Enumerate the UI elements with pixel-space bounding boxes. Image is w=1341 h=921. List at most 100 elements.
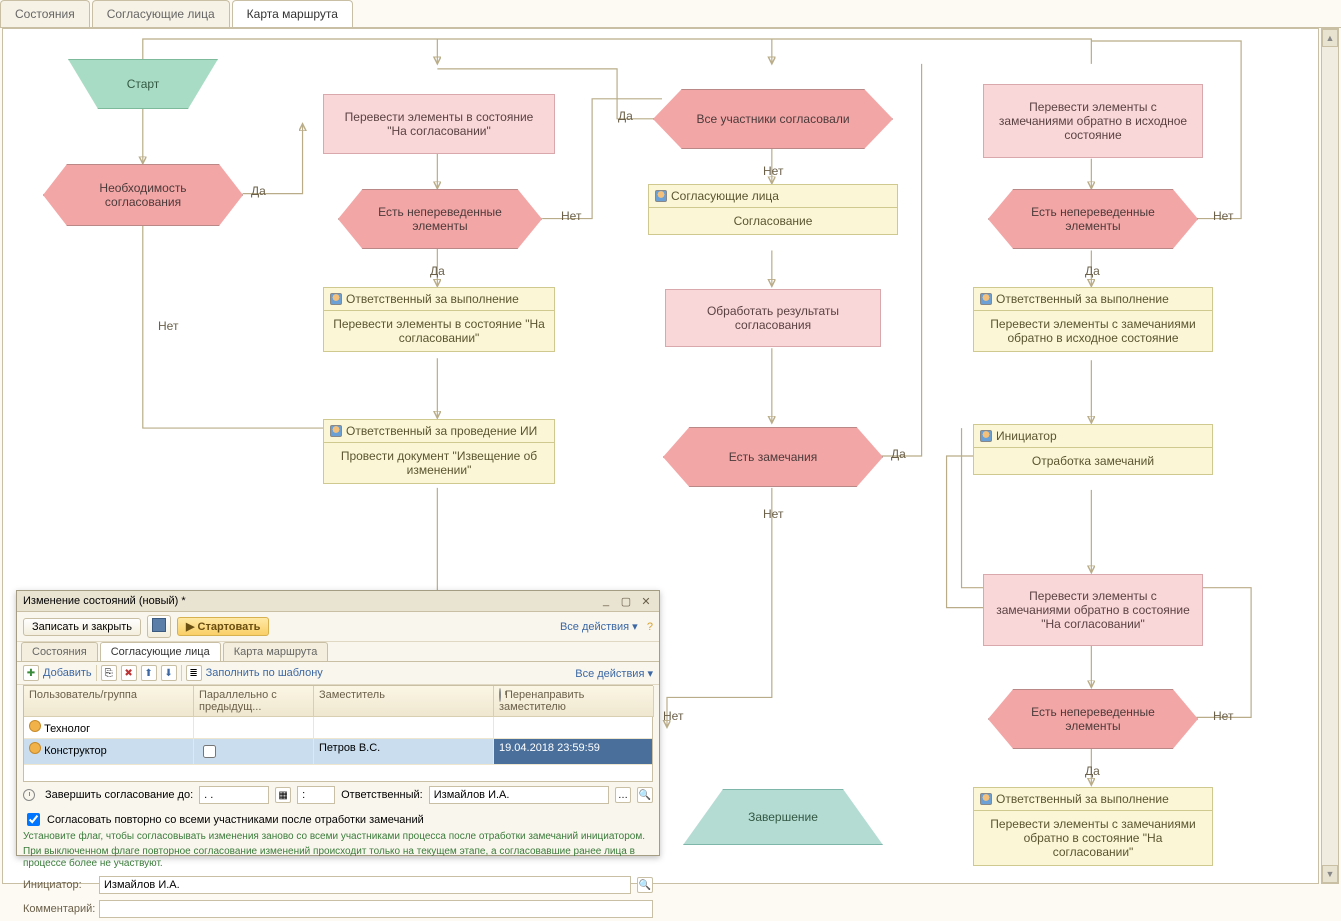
task-head: Инициатор [996, 429, 1057, 443]
search-button-2[interactable]: 🔍 [637, 877, 653, 893]
tab-approvers[interactable]: Согласующие лица [92, 0, 230, 27]
save-close-button[interactable]: Записать и закрыть [23, 618, 141, 636]
edge-yes-6: Да [1085, 764, 1100, 778]
fill-template-button[interactable]: Заполнить по шаблону [206, 667, 323, 679]
node-has-untranslated[interactable]: Есть непереведенные элементы [338, 189, 542, 249]
date-picker-button[interactable]: ▦ [275, 787, 291, 803]
app-root: Состояния Согласующие лица Карта маршрут… [0, 0, 1341, 886]
close-icon[interactable]: ✕ [639, 594, 653, 608]
date-input[interactable]: . . [199, 786, 269, 804]
help-icon[interactable]: ? [647, 621, 653, 633]
list-all-actions[interactable]: Все действия ▾ [575, 667, 653, 680]
dlg-tab-approvers[interactable]: Согласующие лица [100, 642, 221, 661]
list-toolbar: ✚ Добавить ⎘ ✖ ⬆ ⬇ ≣ Заполнить по шаблон… [17, 662, 659, 685]
minimize-icon[interactable]: _ [599, 594, 613, 608]
task-head: Согласующие лица [671, 189, 779, 203]
node-process-results[interactable]: Обработать результаты согласования [665, 289, 881, 347]
node-move-back[interactable]: Перевести элементы с замечаниями обратно… [983, 84, 1203, 158]
scroll-up-button[interactable]: ▲ [1322, 29, 1338, 47]
node-has-untranslated-2[interactable]: Есть непереведенные элементы [988, 189, 1198, 249]
node-has-untranslated-3[interactable]: Есть непереведенные элементы [988, 689, 1198, 749]
maximize-icon[interactable]: ▢ [619, 594, 633, 608]
initiator-input[interactable]: Измайлов И.А. [99, 876, 631, 894]
hint-text-2: При выключенном флаге повторное согласов… [17, 846, 659, 873]
user-icon [655, 190, 667, 202]
complete-before-label: Завершить согласование до: [45, 789, 193, 801]
copy-button[interactable]: ⎘ [101, 665, 117, 681]
node-initiator[interactable]: Инициатор Отработка замечаний [973, 424, 1213, 475]
task-body: Провести документ "Извещение об изменени… [324, 443, 554, 483]
add-label[interactable]: Добавить [43, 667, 92, 679]
edge-no-2: Нет [561, 209, 581, 223]
table-row[interactable]: Технолог [24, 717, 652, 739]
node-resp-exec[interactable]: Ответственный за выполнение Перевести эл… [323, 287, 555, 352]
hint-text-1: Установите флаг, чтобы согласовывать изм… [17, 831, 659, 846]
delete-button[interactable]: ✖ [121, 665, 137, 681]
table-row[interactable]: Конструктор Петров В.С. 19.04.2018 23:59… [24, 739, 652, 765]
save-button[interactable] [147, 615, 171, 638]
node-resp-exec-2[interactable]: Ответственный за выполнение Перевести эл… [973, 287, 1213, 352]
move-up-button[interactable]: ⬆ [141, 665, 157, 681]
node-all-approved[interactable]: Все участники согласовали [653, 89, 893, 149]
node-move-back-2[interactable]: Перевести элементы с замечаниями обратно… [983, 574, 1203, 646]
person-icon [29, 742, 41, 754]
all-actions-menu[interactable]: Все действия ▾ ? [560, 620, 653, 633]
node-resp-exec-3[interactable]: Ответственный за выполнение Перевести эл… [973, 787, 1213, 866]
initiator-label: Инициатор: [23, 879, 93, 891]
clock-icon [23, 789, 35, 801]
select-button[interactable]: … [615, 787, 631, 803]
edge-yes-4: Да [891, 447, 906, 461]
edge-no-5: Нет [1213, 209, 1233, 223]
responsible-input[interactable]: Измайлов И.А. [429, 786, 609, 804]
node-end[interactable]: Завершение [683, 789, 883, 845]
start-button[interactable]: ▶ Стартовать [177, 617, 269, 636]
node-need-approval[interactable]: Необходимость согласования [43, 164, 243, 226]
fill-template-icon[interactable]: ≣ [186, 665, 202, 681]
dialog-tabs: Состояния Согласующие лица Карта маршрут… [17, 642, 659, 662]
edge-no-4: Нет [763, 507, 783, 521]
edge-yes-5: Да [1085, 264, 1100, 278]
user-icon [330, 293, 342, 305]
task-body: Перевести элементы с замечаниями обратно… [974, 811, 1212, 865]
dialog-toolbar: Записать и закрыть ▶ Стартовать Все дейс… [17, 612, 659, 642]
add-button[interactable]: ✚ [23, 665, 39, 681]
initiator-row: Инициатор: Измайлов И.А. 🔍 [17, 873, 659, 897]
col-deputy[interactable]: Заместитель [314, 686, 494, 717]
edge-no-6: Нет [1213, 709, 1233, 723]
clock-icon [499, 688, 501, 702]
dlg-tab-route[interactable]: Карта маршрута [223, 642, 329, 661]
node-resp-ii[interactable]: Ответственный за проведение ИИ Провести … [323, 419, 555, 484]
comment-label: Комментарий: [23, 903, 93, 915]
dialog-titlebar[interactable]: Изменение состояний (новый) * _ ▢ ✕ [17, 591, 659, 612]
comment-input[interactable] [99, 900, 653, 918]
parallel-checkbox[interactable] [203, 745, 216, 758]
col-redirect[interactable]: Перенаправить заместителю [494, 686, 654, 717]
responsible-label: Ответственный: [341, 789, 423, 801]
grid-header: Пользователь/группа Параллельно с предыд… [24, 686, 652, 717]
edge-yes-2: Да [430, 264, 445, 278]
edge-no-3: Нет [763, 164, 783, 178]
approvers-grid[interactable]: Пользователь/группа Параллельно с предыд… [23, 685, 653, 782]
col-parallel[interactable]: Параллельно с предыдущ... [194, 686, 314, 717]
col-user[interactable]: Пользователь/группа [24, 686, 194, 717]
scroll-down-button[interactable]: ▼ [1322, 865, 1338, 883]
dlg-tab-states[interactable]: Состояния [21, 642, 98, 661]
node-has-remarks[interactable]: Есть замечания [663, 427, 883, 487]
main-tabs: Состояния Согласующие лица Карта маршрут… [0, 0, 1341, 28]
node-move-to-approval[interactable]: Перевести элементы в состояние "На согла… [323, 94, 555, 154]
reapprove-checkbox[interactable] [27, 813, 40, 826]
tab-route-map[interactable]: Карта маршрута [232, 0, 353, 27]
user-icon [980, 793, 992, 805]
node-start[interactable]: Старт [68, 59, 218, 109]
user-icon [980, 430, 992, 442]
reapprove-row: Согласовать повторно со всеми участникам… [17, 808, 659, 831]
time-input[interactable]: : [297, 786, 335, 804]
node-approvers[interactable]: Согласующие лица Согласование [648, 184, 898, 235]
start-label: Старт [127, 77, 160, 91]
task-head: Ответственный за проведение ИИ [346, 424, 537, 438]
dialog-change-states: Изменение состояний (новый) * _ ▢ ✕ Запи… [16, 590, 660, 856]
move-down-button[interactable]: ⬇ [161, 665, 177, 681]
tab-states[interactable]: Состояния [0, 0, 90, 27]
search-button[interactable]: 🔍 [637, 787, 653, 803]
scrollbar-v[interactable]: ▲ ▼ [1321, 28, 1339, 884]
